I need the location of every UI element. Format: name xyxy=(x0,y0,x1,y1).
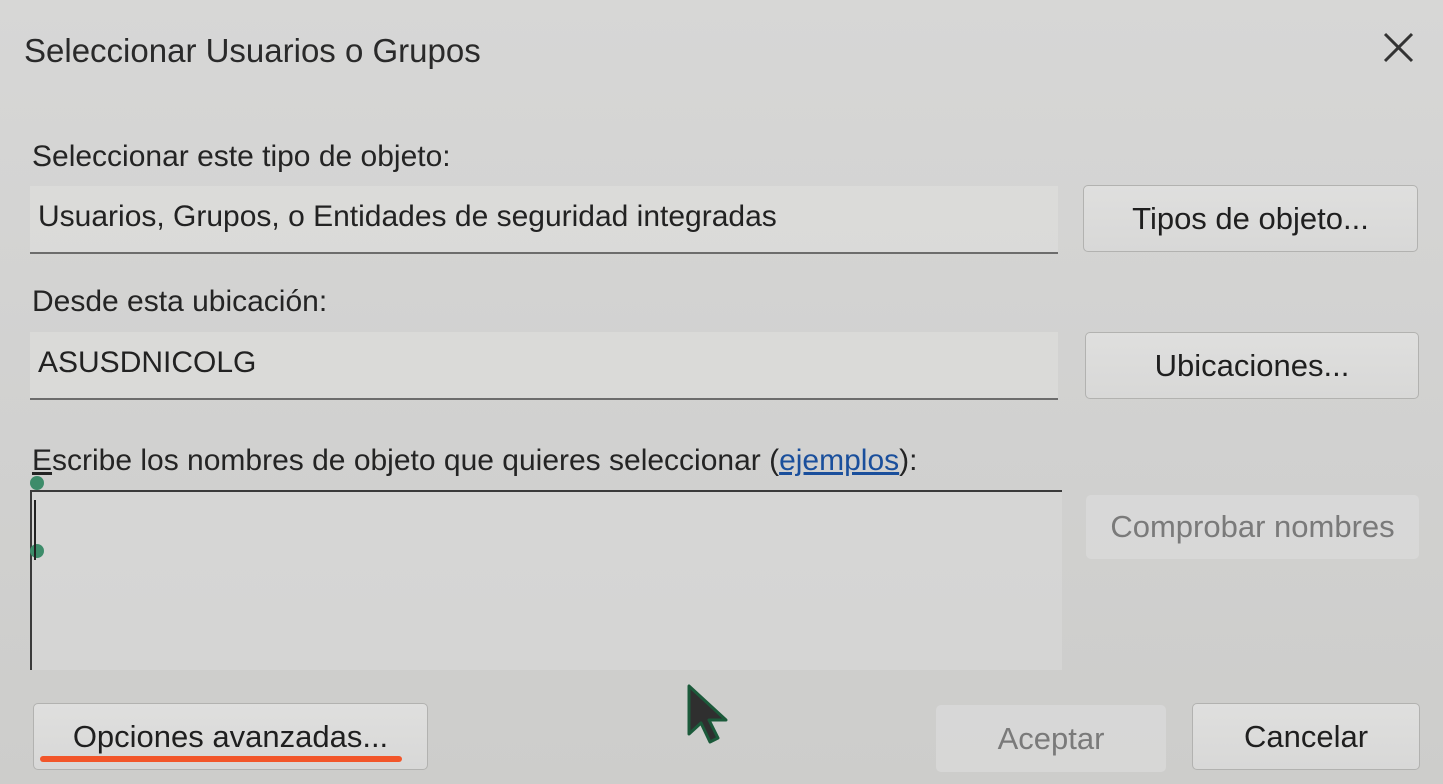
object-type-field: Usuarios, Grupos, o Entidades de segurid… xyxy=(30,186,1058,254)
object-type-label: Seleccionar este tipo de objeto: xyxy=(32,140,451,173)
mouse-pointer xyxy=(686,684,730,749)
dialog-title: Seleccionar Usuarios o Grupos xyxy=(24,32,481,69)
locations-button[interactable]: Ubicaciones... xyxy=(1085,332,1419,399)
close-button[interactable] xyxy=(1376,26,1420,70)
selection-handle-top[interactable] xyxy=(30,476,44,490)
mouse-pointer-icon xyxy=(687,684,728,744)
examples-link[interactable]: ejemplos xyxy=(779,444,899,477)
selection-handle-bottom[interactable] xyxy=(30,544,44,558)
object-names-label: Escribe los nombres de objeto que quiere… xyxy=(32,444,917,478)
annotation-underline xyxy=(40,756,402,762)
check-names-button[interactable]: Comprobar nombres xyxy=(1086,495,1419,559)
close-icon xyxy=(1383,32,1414,63)
object-names-label-text: scribe los nombres de objeto que quieres… xyxy=(52,444,780,477)
location-label: Desde esta ubicación: xyxy=(32,285,328,318)
object-names-label-suffix: ): xyxy=(899,444,918,477)
location-value: ASUSDNICOLG xyxy=(38,346,257,379)
text-caret xyxy=(34,500,36,560)
object-types-button[interactable]: Tipos de objeto... xyxy=(1083,185,1418,252)
object-names-input[interactable] xyxy=(30,490,1062,670)
object-type-value: Usuarios, Grupos, o Entidades de segurid… xyxy=(38,200,777,233)
cancel-button[interactable]: Cancelar xyxy=(1192,703,1420,770)
ok-button[interactable]: Aceptar xyxy=(936,705,1166,772)
object-names-label-accesskey: E xyxy=(32,444,53,477)
location-field: ASUSDNICOLG xyxy=(30,332,1058,400)
select-users-or-groups-dialog: Seleccionar Usuarios o Grupos Selecciona… xyxy=(0,0,1443,784)
